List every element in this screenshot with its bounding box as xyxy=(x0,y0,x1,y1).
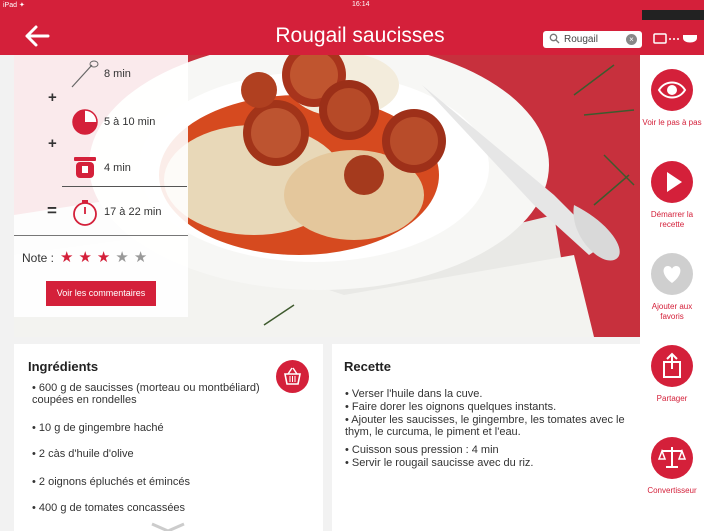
start-recipe-label: Démarrer la recette xyxy=(650,210,694,229)
ingredient-item: • 600 g de saucisses (morteau ou montbél… xyxy=(32,382,260,406)
play-icon xyxy=(651,161,693,203)
search-icon xyxy=(549,33,560,47)
clear-search-icon[interactable]: × xyxy=(626,34,637,45)
recipe-step: • Ajouter les saucisses, le gingembre, l… xyxy=(345,414,625,438)
converter-label: Convertisseur xyxy=(647,486,697,495)
app-window: iPad ✦ 16:14 Rougail saucisses Rougail × xyxy=(0,0,704,531)
back-arrow-icon[interactable] xyxy=(24,24,52,48)
ingredient-item: • 10 g de gingembre haché xyxy=(32,422,164,434)
add-favorite-button[interactable]: Ajouter aux favoris xyxy=(640,253,704,322)
total-time-row: 17 à 22 min xyxy=(14,197,188,227)
ingredient-item: • 400 g de tomates concassées xyxy=(32,502,186,514)
star-icon[interactable]: ★ xyxy=(78,249,96,266)
rating-stars[interactable]: ★★★★★ xyxy=(60,248,152,266)
ingredient-item: • 2 oignons épluchés et émincés xyxy=(32,476,190,488)
recipe-title: Recette xyxy=(344,359,391,374)
action-rail: Voir le pas à pas Démarrer la recette Aj… xyxy=(640,55,704,531)
rating-label: Note : xyxy=(22,251,55,265)
recipe-card: Recette • Verser l'huile dans la cuve. •… xyxy=(332,344,640,531)
prep-time-value: 8 min xyxy=(104,68,131,80)
recipe-step: • Faire dorer les oignons quelques insta… xyxy=(345,401,557,413)
ingredient-item: • 2 càs d'huile d'olive xyxy=(32,448,134,460)
recipe-step: • Cuisson sous pression : 4 min xyxy=(345,444,499,456)
recipe-step: • Verser l'huile dans la cuve. xyxy=(345,388,483,400)
pressure-time-value: 4 min xyxy=(104,162,131,174)
search-field[interactable]: Rougail × xyxy=(543,31,642,48)
recipe-step: • Servir le rougail saucisse avec du riz… xyxy=(345,457,534,469)
view-comments-button[interactable]: Voir les commentaires xyxy=(46,281,156,306)
star-icon[interactable]: ★ xyxy=(60,249,78,266)
scale-icon xyxy=(651,437,693,479)
pressure-cooker-icon xyxy=(70,153,100,183)
step-by-step-button[interactable]: Voir le pas à pas xyxy=(640,69,704,128)
ingredients-title: Ingrédients xyxy=(28,359,99,374)
search-input[interactable]: Rougail xyxy=(564,34,598,45)
divider xyxy=(62,186,187,187)
prep-time-row: 8 min xyxy=(14,59,188,89)
total-time-value: 17 à 22 min xyxy=(104,206,162,218)
timer-half-icon xyxy=(70,107,100,137)
page-title: Rougail saucisses xyxy=(275,24,445,47)
cook-time-value: 5 à 10 min xyxy=(104,116,156,128)
heart-icon xyxy=(651,253,693,295)
share-icon xyxy=(651,345,693,387)
pressure-time-row: 4 min xyxy=(14,153,188,181)
share-label: Partager xyxy=(656,394,688,403)
star-icon[interactable]: ★ xyxy=(97,249,115,266)
start-recipe-button[interactable]: Démarrer la recette xyxy=(640,161,704,230)
status-time: 16:14 xyxy=(352,1,370,8)
top-bar: iPad ✦ 16:14 Rougail saucisses Rougail × xyxy=(0,0,704,55)
star-icon[interactable]: ★ xyxy=(115,249,133,266)
share-button[interactable]: Partager xyxy=(640,345,704,404)
plus-sign: + xyxy=(48,135,57,152)
cook-time-row: 5 à 10 min xyxy=(14,107,188,135)
add-favorite-label: Ajouter aux favoris xyxy=(651,302,693,321)
converter-button[interactable]: Convertisseur xyxy=(640,437,704,496)
status-carrier: iPad ✦ xyxy=(3,2,25,9)
chevron-down-icon[interactable] xyxy=(150,520,186,531)
stopwatch-icon xyxy=(70,197,100,227)
cooker-connect-icon[interactable] xyxy=(650,30,700,53)
divider xyxy=(14,235,188,236)
step-by-step-label: Voir le pas à pas xyxy=(642,118,702,127)
plus-sign: + xyxy=(48,89,57,106)
whisk-icon xyxy=(70,59,100,89)
ingredients-card: Ingrédients • 600 g de saucisses (mortea… xyxy=(14,344,323,531)
time-panel: 8 min + 5 à 10 min + 4 min = 17 à 22 min… xyxy=(14,55,188,317)
status-badge xyxy=(642,10,704,20)
star-icon[interactable]: ★ xyxy=(134,249,152,266)
eye-icon xyxy=(651,69,693,111)
